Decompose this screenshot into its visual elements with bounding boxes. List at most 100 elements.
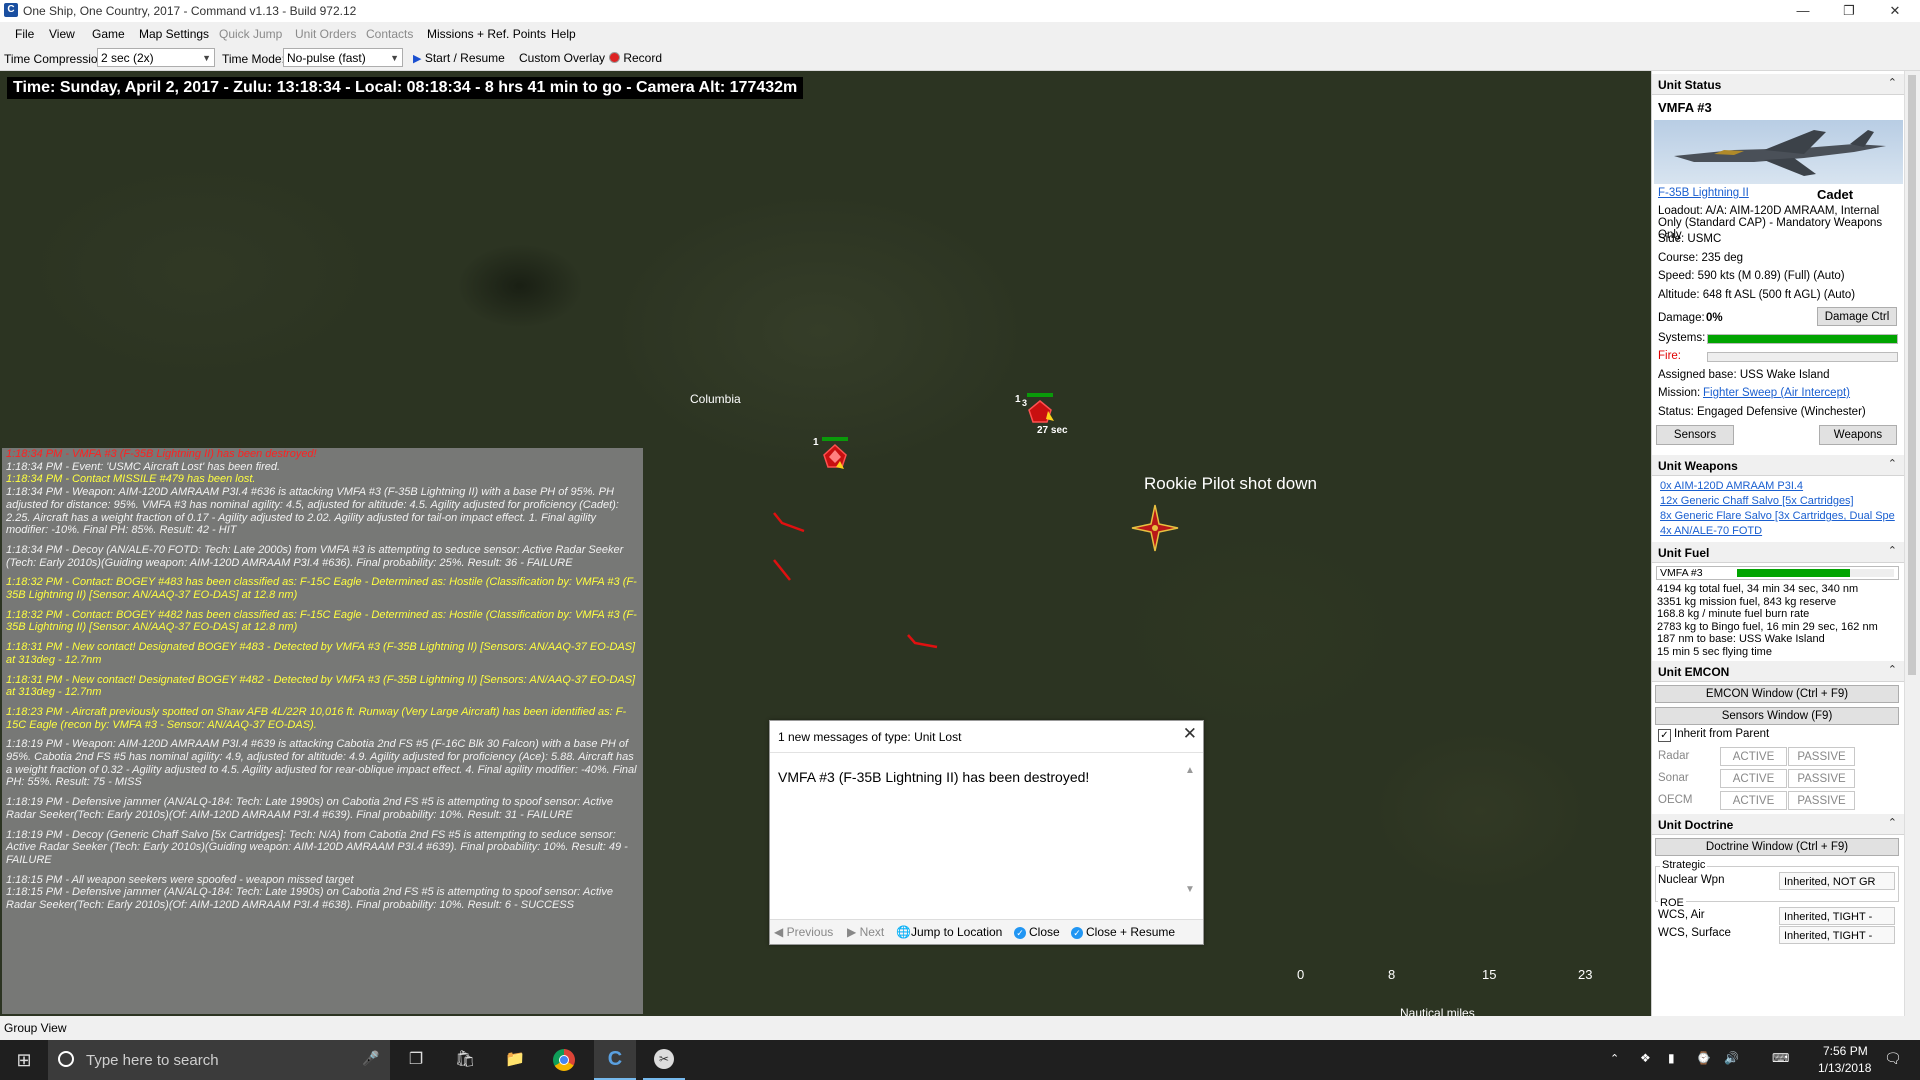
fire-bar <box>1707 352 1898 362</box>
menu-view[interactable]: View <box>49 27 75 41</box>
damage-control-button[interactable]: Damage Ctrl <box>1817 307 1897 326</box>
wifi-icon[interactable]: ⌚ <box>1696 1051 1711 1065</box>
message-log[interactable]: 1:18:34 PM - VMFA #3 (F-35B Lightning II… <box>2 448 643 1014</box>
radar-passive-toggle[interactable]: PASSIVE <box>1788 747 1855 766</box>
wcs-air-label: WCS, Air <box>1658 909 1705 921</box>
hostile-contact-marker[interactable] <box>905 631 940 651</box>
chrome-icon[interactable] <box>552 1048 576 1072</box>
time-mode-select[interactable]: No-pulse (fast) ▼ <box>283 48 403 67</box>
close-icon[interactable]: ✕ <box>1183 724 1197 744</box>
mission-link[interactable]: Fighter Sweep (Air Intercept) <box>1703 387 1850 399</box>
menu-missions[interactable]: Missions + Ref. Points <box>427 27 546 41</box>
scroll-up-icon[interactable]: ▲ <box>1183 765 1197 776</box>
clock-time[interactable]: 7:56 PM <box>1823 1044 1868 1058</box>
log-entry: 1:18:34 PM - Weapon: AIM-120D AMRAAM P3I… <box>6 486 619 537</box>
close-icon[interactable]: ✕ <box>1872 0 1918 22</box>
time-compression-select[interactable]: 2 sec (2x) ▼ <box>97 48 215 67</box>
sensors-window-button[interactable]: Sensors Window (F9) <box>1655 707 1899 725</box>
taskbar-search[interactable]: Type here to search 🎤 <box>48 1040 390 1080</box>
unit-weapons-header[interactable]: Unit Weapons ⌃ <box>1652 455 1905 476</box>
unit-fuel-header[interactable]: Unit Fuel ⌃ <box>1652 542 1905 563</box>
hostile-contact-marker[interactable] <box>770 556 800 586</box>
file-explorer-icon[interactable]: 📁 <box>503 1048 527 1072</box>
close-label: Close <box>1029 925 1060 939</box>
assigned-base-text: Assigned base: USS Wake Island <box>1658 369 1830 381</box>
weapon-link[interactable]: 4x AN/ALE-70 FOTD <box>1660 525 1762 537</box>
close-resume-button[interactable]: ✓ Close + Resume <box>1071 925 1175 939</box>
menu-game[interactable]: Game <box>92 27 125 41</box>
inherit-checkbox[interactable]: ✓ <box>1658 729 1671 742</box>
wcs-air-select[interactable]: Inherited, TIGHT - <box>1779 907 1895 925</box>
collapse-icon[interactable]: ⌃ <box>1888 663 1897 676</box>
emcon-window-button[interactable]: EMCON Window (Ctrl + F9) <box>1655 685 1899 703</box>
store-icon[interactable]: 🛍 <box>453 1048 477 1072</box>
shot-down-star-icon[interactable] <box>1130 503 1180 553</box>
windows-start-icon[interactable]: ⊞ <box>12 1048 36 1072</box>
task-view-icon[interactable]: ❐ <box>404 1048 428 1072</box>
restore-icon[interactable]: ❐ <box>1826 0 1872 22</box>
unit-emcon-header[interactable]: Unit EMCON ⌃ <box>1652 661 1905 682</box>
volume-icon[interactable]: 🔊 <box>1724 1051 1739 1065</box>
scroll-down-icon[interactable]: ▼ <box>1183 884 1197 895</box>
menu-map-settings[interactable]: Map Settings <box>139 27 209 41</box>
hostile-contact-marker[interactable] <box>770 511 810 536</box>
sonar-passive-toggle[interactable]: PASSIVE <box>1788 769 1855 788</box>
menu-help[interactable]: Help <box>551 27 576 41</box>
sensors-button[interactable]: Sensors <box>1656 425 1734 445</box>
minimize-icon[interactable]: — <box>1780 0 1826 22</box>
collapse-icon[interactable]: ⌃ <box>1888 76 1897 89</box>
oecm-active-toggle[interactable]: ACTIVE <box>1720 791 1787 810</box>
dropbox-icon[interactable]: ❖ <box>1640 1051 1651 1065</box>
section-title: Unit EMCON <box>1658 665 1730 679</box>
app-taskbar-button[interactable]: ✂ <box>643 1040 685 1080</box>
log-entry: 1:18:15 PM - All weapon seekers were spo… <box>6 873 354 886</box>
fuel-details: 4194 kg total fuel, 34 min 34 sec, 340 n… <box>1657 583 1878 658</box>
weapons-button[interactable]: Weapons <box>1819 425 1897 445</box>
weapons-label: Weapons <box>1833 429 1883 441</box>
menu-unit-orders[interactable]: Unit Orders <box>295 27 356 41</box>
menu-quick-jump[interactable]: Quick Jump <box>219 27 282 41</box>
scroll-thumb[interactable] <box>1908 75 1916 675</box>
jump-to-location-button[interactable]: 🌐Jump to Location <box>896 925 1002 939</box>
record-button[interactable]: Record <box>609 51 662 65</box>
collapse-icon[interactable]: ⌃ <box>1888 457 1897 470</box>
dialog-scrollbar[interactable]: ▲ ▼ <box>1183 765 1197 895</box>
menu-contacts[interactable]: Contacts <box>366 27 413 41</box>
sensors-window-label: Sensors Window (F9) <box>1721 710 1833 722</box>
unit-doctrine-header[interactable]: Unit Doctrine ⌃ <box>1652 814 1905 835</box>
collapse-icon[interactable]: ⌃ <box>1888 544 1897 557</box>
wcs-surface-value: Inherited, TIGHT - <box>1784 930 1873 942</box>
microphone-icon[interactable]: 🎤 <box>362 1050 379 1067</box>
weapon-link[interactable]: 8x Generic Flare Salvo [3x Cartridges, D… <box>1660 510 1895 522</box>
unit-status-header[interactable]: Unit Status ⌃ <box>1652 74 1905 95</box>
sonar-active-toggle[interactable]: ACTIVE <box>1720 769 1787 788</box>
radar-active-label: ACTIVE <box>1732 751 1775 763</box>
weapon-link[interactable]: 0x AIM-120D AMRAAM P3I.4 <box>1660 480 1803 492</box>
show-hidden-icons-icon[interactable]: ⌃ <box>1610 1052 1619 1065</box>
menu-file[interactable]: File <box>15 27 34 41</box>
battery-icon[interactable]: ▮ <box>1668 1051 1675 1065</box>
wcs-air-value: Inherited, TIGHT - <box>1784 911 1873 923</box>
windows-taskbar: ⊞ Type here to search 🎤 ❐ 🛍 📁 C ✂ ⌃ ❖ ▮ … <box>0 1040 1920 1080</box>
aircraft-type-link[interactable]: F-35B Lightning II <box>1658 187 1749 199</box>
weapon-link[interactable]: 12x Generic Chaff Salvo [5x Cartridges] <box>1660 495 1854 507</box>
close-button[interactable]: ✓ Close <box>1014 925 1060 939</box>
previous-button[interactable]: ◀ Previous <box>774 925 833 939</box>
command-taskbar-button[interactable]: C <box>594 1040 636 1080</box>
side-panel-scrollbar[interactable] <box>1904 71 1920 1016</box>
hostile-aircraft-icon[interactable] <box>1026 399 1058 427</box>
radar-active-toggle[interactable]: ACTIVE <box>1720 747 1787 766</box>
doctrine-window-button[interactable]: Doctrine Window (Ctrl + F9) <box>1655 838 1899 856</box>
dialog-divider <box>770 752 1203 753</box>
keyboard-icon[interactable]: ⌨ <box>1772 1051 1789 1065</box>
notifications-icon[interactable]: 🗨 <box>1884 1050 1902 1067</box>
start-resume-button[interactable]: ▶ Start / Resume <box>413 51 505 65</box>
wcs-surface-select[interactable]: Inherited, TIGHT - <box>1779 926 1895 944</box>
next-button[interactable]: ▶ Next <box>847 925 884 939</box>
collapse-icon[interactable]: ⌃ <box>1888 816 1897 829</box>
oecm-passive-toggle[interactable]: PASSIVE <box>1788 791 1855 810</box>
clock-date[interactable]: 1/13/2018 <box>1818 1061 1871 1075</box>
nuclear-select[interactable]: Inherited, NOT GR <box>1779 872 1895 890</box>
custom-overlay-button[interactable]: Custom Overlay <box>519 51 605 65</box>
hostile-aircraft-icon[interactable] <box>820 443 850 471</box>
